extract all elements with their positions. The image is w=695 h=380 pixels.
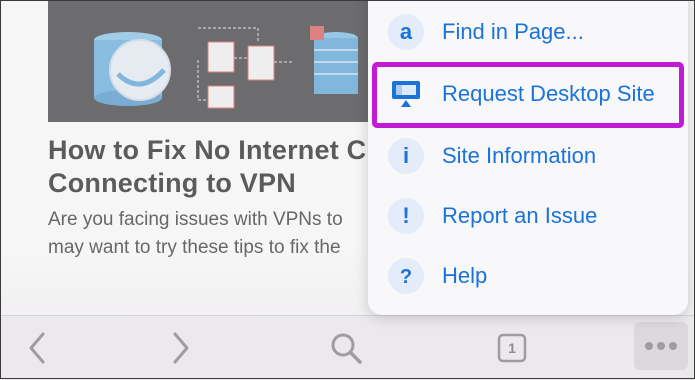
forward-icon (173, 332, 189, 364)
menu-item-site-information[interactable]: i Site Information (376, 128, 680, 184)
find-in-page-icon: a (388, 14, 424, 50)
browser-menu: a Find in Page... Request Desktop Site i… (368, 0, 688, 315)
menu-item-label: Report an Issue (442, 203, 598, 228)
menu-item-label: Find in Page... (442, 19, 584, 44)
menu-item-label: Site Information (442, 143, 597, 168)
svg-text:i: i (403, 144, 409, 168)
exclamation-icon: ! (388, 198, 424, 234)
highlight-box (372, 62, 684, 128)
search-icon (331, 333, 362, 364)
menu-item-label: Help (442, 263, 488, 288)
search-button[interactable] (326, 328, 366, 368)
menu-item-report-an-issue[interactable]: ! Report an Issue (376, 188, 680, 244)
more-menu-button[interactable] (634, 322, 688, 370)
svg-text:?: ? (400, 266, 412, 288)
forward-button[interactable] (166, 328, 196, 368)
bottom-toolbar: 1 (0, 315, 695, 380)
back-button[interactable] (22, 328, 52, 368)
tab-count: 1 (508, 340, 516, 356)
back-icon (29, 332, 45, 364)
menu-item-help[interactable]: ? Help (376, 248, 680, 304)
more-icon (645, 342, 677, 350)
tabs-button[interactable]: 1 (494, 328, 530, 368)
menu-item-find-in-page[interactable]: a Find in Page... (376, 4, 680, 60)
question-icon: ? (388, 258, 424, 294)
info-icon: i (388, 138, 424, 174)
svg-text:!: ! (402, 204, 409, 228)
svg-text:a: a (400, 20, 413, 44)
tabs-icon: 1 (497, 333, 527, 363)
